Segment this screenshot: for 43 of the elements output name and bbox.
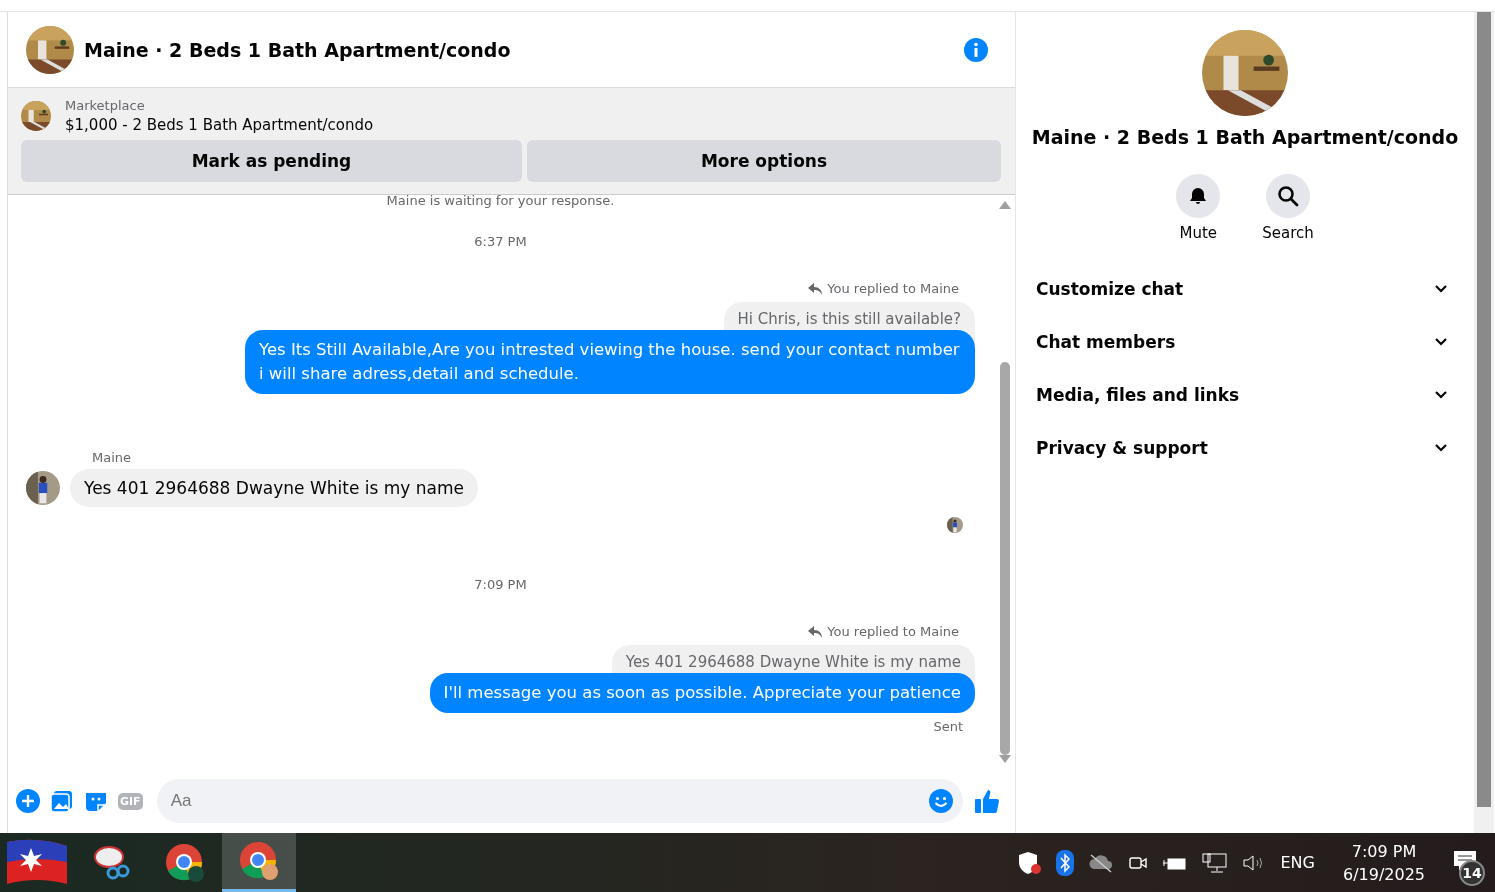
section-toggle[interactable]: Privacy & support [1036, 421, 1458, 474]
image-icon[interactable] [50, 789, 74, 813]
listing-title: $1,000 - 2 Beds 1 Bath Apartment/condo [65, 116, 374, 134]
listing-source: Marketplace [65, 98, 146, 113]
reply-icon [808, 282, 823, 295]
bluetooth-icon[interactable] [1056, 849, 1075, 876]
timestamp: 6:37 PM [474, 234, 527, 249]
network-icon[interactable] [1202, 851, 1229, 874]
scroll-up-icon[interactable] [999, 201, 1011, 209]
info-icon[interactable] [963, 36, 989, 63]
cloud-icon[interactable] [1088, 852, 1115, 873]
outgoing-message: I'll message you as soon as possible. Appreciate your patience [429, 673, 975, 713]
shield-icon[interactable] [1018, 850, 1043, 875]
search-icon [1277, 185, 1299, 207]
section-toggle[interactable]: Media, files and links [1036, 368, 1458, 421]
timestamp: 7:09 PM [474, 577, 527, 592]
section-toggle[interactable]: Customize chat [1036, 262, 1458, 315]
language-indicator[interactable]: ENG [1280, 853, 1315, 872]
outgoing-message: Yes Its Still Available,Are you intrested viewing the house. send your contact number i will share adress,detail and schedule. [245, 330, 975, 394]
sender-name: Maine [92, 450, 133, 465]
more-options-button[interactable]: More options [526, 140, 1001, 182]
waiting-status: Maine is waiting for your response. [386, 195, 615, 208]
scrollbar-thumb[interactable] [1000, 361, 1010, 755]
incoming-message: Yes 401 2964688 Dwayne White is my name [70, 469, 478, 507]
add-icon[interactable] [16, 789, 40, 813]
panel-title: Maine · 2 Beds 1 Bath Apartment/condo [1031, 126, 1459, 148]
emoji-icon[interactable] [929, 789, 953, 813]
page-scrollbar-thumb[interactable] [1477, 12, 1491, 807]
chat-title: Maine · 2 Beds 1 Bath Apartment/condo [84, 38, 512, 61]
clock-time[interactable]: 7:09 PM [1351, 841, 1417, 861]
message-input-field[interactable]: Aa [156, 779, 963, 823]
section-toggle[interactable]: Chat members [1036, 315, 1458, 368]
thumbs-up-icon[interactable] [973, 787, 1001, 815]
bell-icon [1188, 186, 1209, 206]
sent-status: Sent [933, 719, 963, 734]
notification-count: 14 [1459, 859, 1485, 886]
reply-text: You replied to Maine [827, 281, 959, 296]
browser-icon [164, 841, 206, 884]
clock-date[interactable]: 6/19/2025 [1342, 864, 1425, 884]
reply-icon [808, 625, 823, 638]
mark-pending-button[interactable]: Mark as pending [21, 140, 522, 182]
reply-text: You replied to Maine [827, 624, 959, 639]
browser-icon [238, 840, 280, 882]
